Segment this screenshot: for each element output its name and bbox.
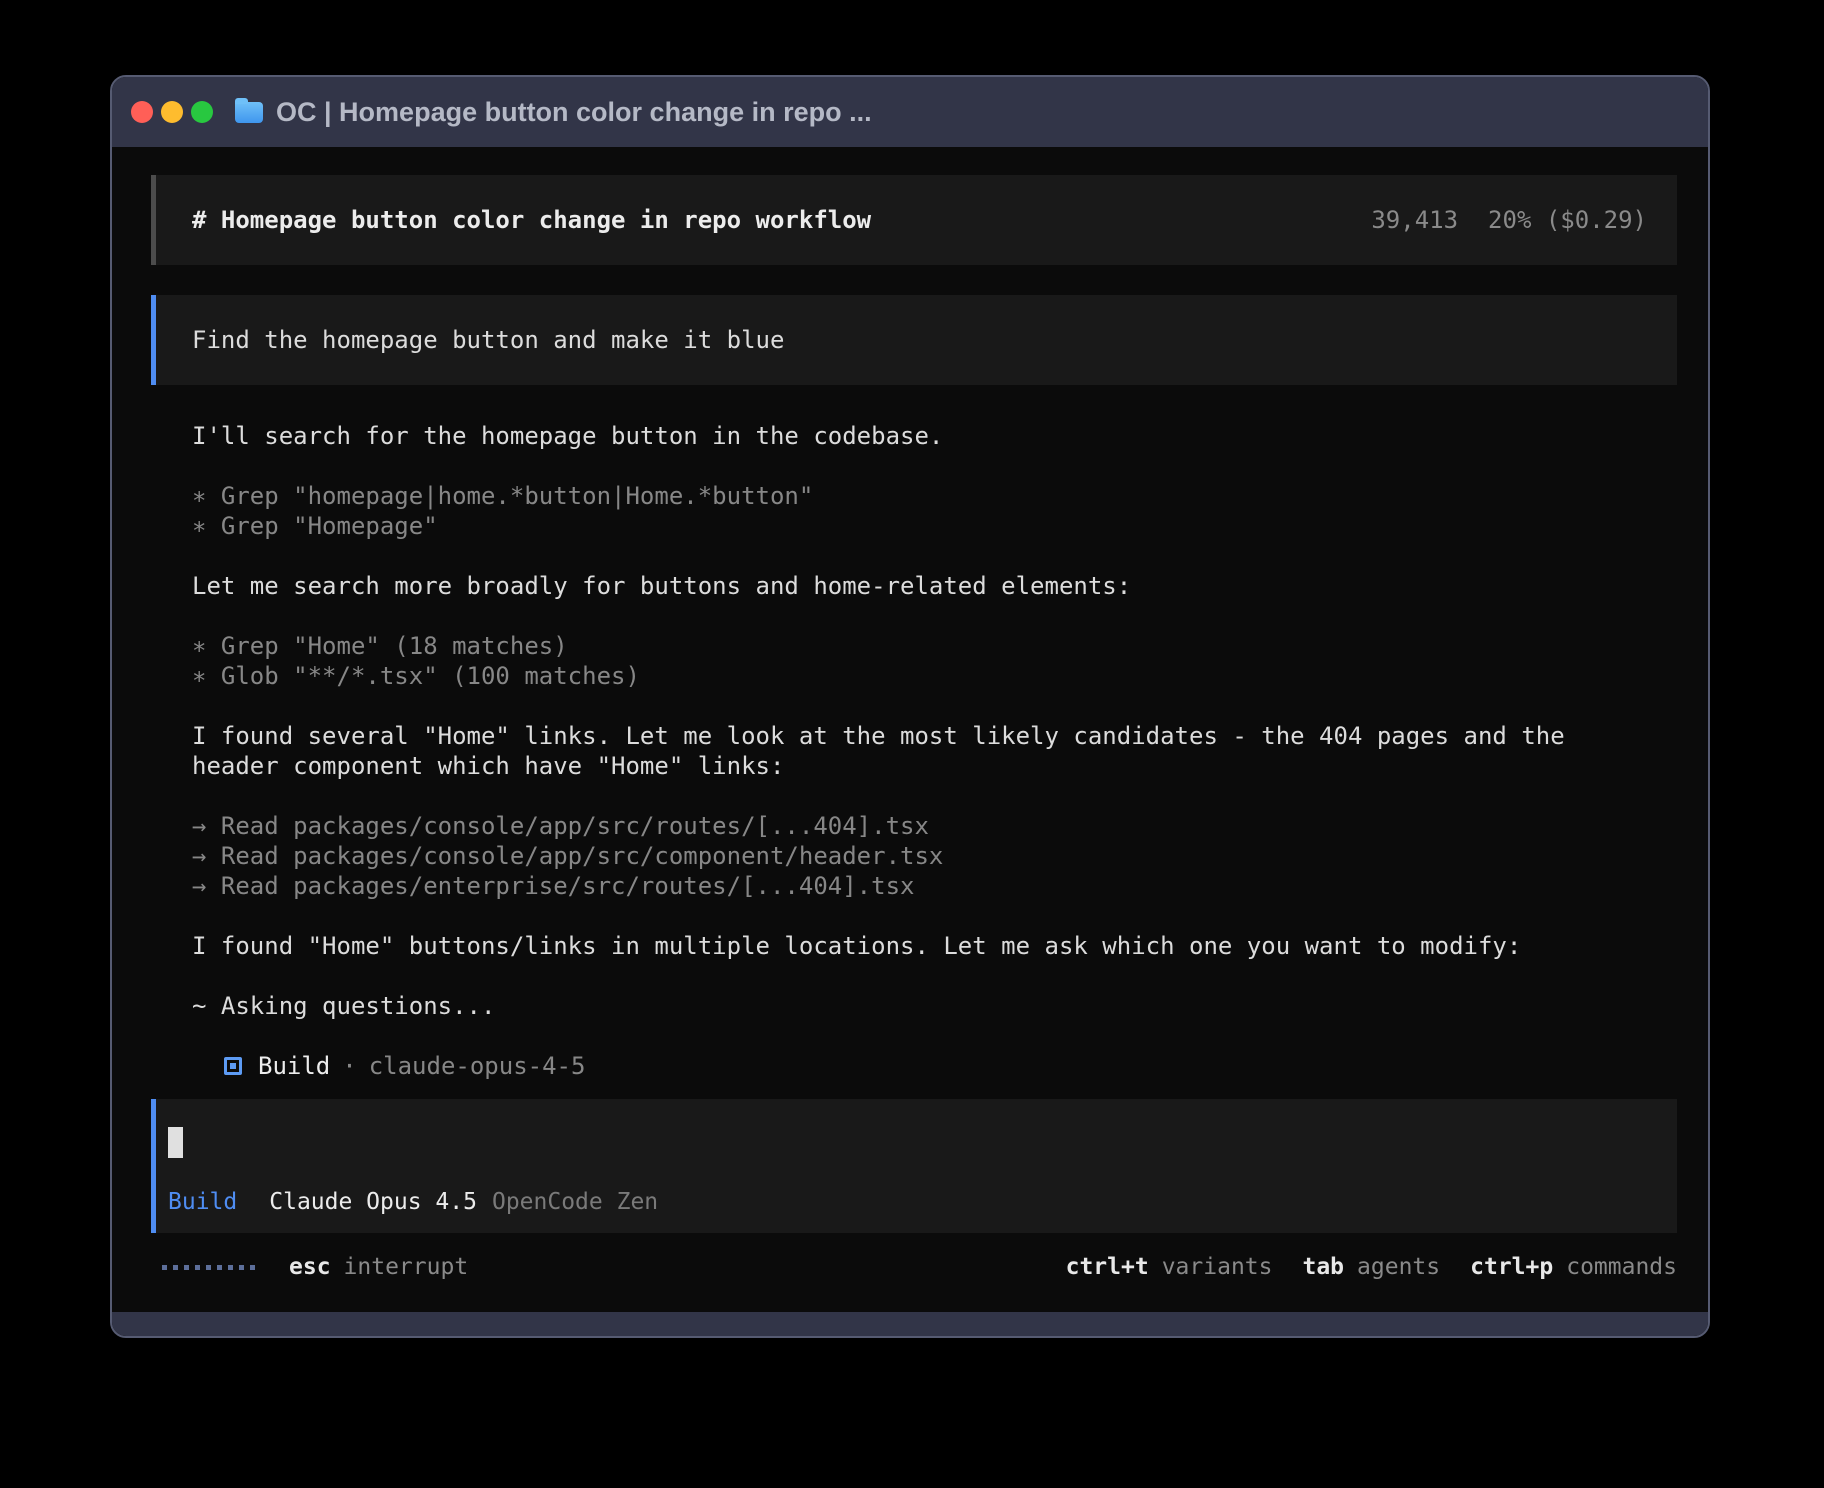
composer-model: Claude Opus 4.5 — [269, 1187, 477, 1217]
agent-status-row: Build · claude-opus-4-5 — [224, 1051, 1677, 1081]
session-stats: 39,413 20% ($0.29) — [1371, 205, 1647, 235]
folder-icon — [235, 102, 263, 123]
status-bar-right: ctrl+t variants tab agents ctrl+p comman… — [1066, 1252, 1677, 1282]
status-bar-left: esc interrupt — [162, 1252, 468, 1282]
hint-variants: ctrl+t variants — [1066, 1252, 1273, 1282]
hint-agents: tab agents — [1302, 1252, 1440, 1282]
transcript-line: → Read packages/console/app/src/componen… — [192, 841, 1677, 871]
close-button[interactable] — [131, 101, 153, 123]
spinner-dot — [239, 1265, 244, 1270]
hint-key: ctrl+t — [1066, 1252, 1149, 1282]
transcript-line: I found "Home" buttons/links in multiple… — [192, 931, 1677, 961]
context-cost: 20% ($0.29) — [1488, 205, 1647, 235]
agent-separator: · — [342, 1051, 356, 1081]
desktop: { "window": { "title": "OC | Homepage bu… — [0, 0, 1824, 1488]
hint-commands: ctrl+p commands — [1470, 1252, 1677, 1282]
window-controls — [131, 101, 213, 123]
transcript-line: I'll search for the homepage button in t… — [192, 421, 1677, 451]
transcript-line: → Read packages/enterprise/src/routes/[.… — [192, 871, 1677, 901]
composer-meta: Build Claude Opus 4.5 OpenCode Zen — [168, 1187, 1657, 1217]
spinner-dot — [217, 1265, 222, 1270]
window-footer-strip — [112, 1312, 1708, 1336]
hint-label: interrupt — [344, 1252, 469, 1282]
assistant-paragraph: I'll search for the homepage button in t… — [192, 421, 1677, 451]
hint-label: agents — [1357, 1252, 1440, 1282]
token-count: 39,413 — [1371, 205, 1458, 235]
spinner-dot — [195, 1265, 200, 1270]
hint-key: esc — [289, 1252, 331, 1282]
user-message: Find the homepage button and make it blu… — [151, 295, 1677, 385]
transcript-line: ∗ Grep "Home" (18 matches) — [192, 631, 1677, 661]
spinner-dot — [184, 1265, 189, 1270]
spinner-dot — [162, 1265, 167, 1270]
agent-model: claude-opus-4-5 — [369, 1051, 586, 1081]
hint-label: variants — [1162, 1252, 1273, 1282]
transcript-line: Let me search more broadly for buttons a… — [192, 571, 1677, 601]
composer-mode: Build — [168, 1187, 237, 1217]
message-input[interactable]: Build Claude Opus 4.5 OpenCode Zen — [151, 1099, 1677, 1233]
maximize-button[interactable] — [191, 101, 213, 123]
transcript-paragraphs: I'll search for the homepage button in t… — [192, 421, 1677, 1021]
assistant-paragraph: ~ Asking questions... — [192, 991, 1677, 1021]
transcript-line: → Read packages/console/app/src/routes/[… — [192, 811, 1677, 841]
assistant-paragraph: → Read packages/console/app/src/routes/[… — [192, 811, 1677, 901]
hint-interrupt: esc interrupt — [289, 1252, 468, 1282]
transcript-line: ∗ Grep "homepage|home.*button|Home.*butt… — [192, 481, 1677, 511]
assistant-paragraph: ∗ Grep "homepage|home.*button|Home.*butt… — [192, 481, 1677, 541]
spinner-dot — [250, 1265, 255, 1270]
user-message-text: Find the homepage button and make it blu… — [192, 325, 784, 355]
session-header: # Homepage button color change in repo w… — [151, 175, 1677, 265]
window-titlebar: OC | Homepage button color change in rep… — [112, 77, 1708, 147]
hint-key: ctrl+p — [1470, 1252, 1553, 1282]
transcript-line: ~ Asking questions... — [192, 991, 1677, 1021]
terminal-window: OC | Homepage button color change in rep… — [110, 75, 1710, 1338]
spinner-dot — [228, 1265, 233, 1270]
transcript-line: ∗ Grep "Homepage" — [192, 511, 1677, 541]
text-cursor — [168, 1127, 183, 1158]
agent-name: Build — [258, 1051, 330, 1081]
minimize-button[interactable] — [161, 101, 183, 123]
spinner-dot — [173, 1265, 178, 1270]
status-bar: esc interrupt ctrl+t variants tab agents… — [151, 1252, 1677, 1282]
session-title: # Homepage button color change in repo w… — [192, 205, 871, 235]
assistant-paragraph: I found "Home" buttons/links in multiple… — [192, 931, 1677, 961]
assistant-paragraph: ∗ Grep "Home" (18 matches)∗ Glob "**/*.t… — [192, 631, 1677, 691]
assistant-transcript: I'll search for the homepage button in t… — [192, 421, 1677, 1081]
window-title: OC | Homepage button color change in rep… — [276, 97, 872, 128]
agent-mode-icon — [224, 1057, 242, 1075]
activity-spinner — [162, 1265, 255, 1270]
terminal-content: # Homepage button color change in repo w… — [112, 147, 1708, 1312]
assistant-paragraph: I found several "Home" links. Let me loo… — [192, 721, 1677, 781]
spinner-dot — [206, 1265, 211, 1270]
hint-label: commands — [1566, 1252, 1677, 1282]
assistant-paragraph: Let me search more broadly for buttons a… — [192, 571, 1677, 601]
composer-provider: OpenCode Zen — [492, 1187, 658, 1217]
transcript-line: I found several "Home" links. Let me loo… — [192, 721, 1677, 751]
transcript-line: ∗ Glob "**/*.tsx" (100 matches) — [192, 661, 1677, 691]
transcript-line: header component which have "Home" links… — [192, 751, 1677, 781]
hint-key: tab — [1302, 1252, 1344, 1282]
